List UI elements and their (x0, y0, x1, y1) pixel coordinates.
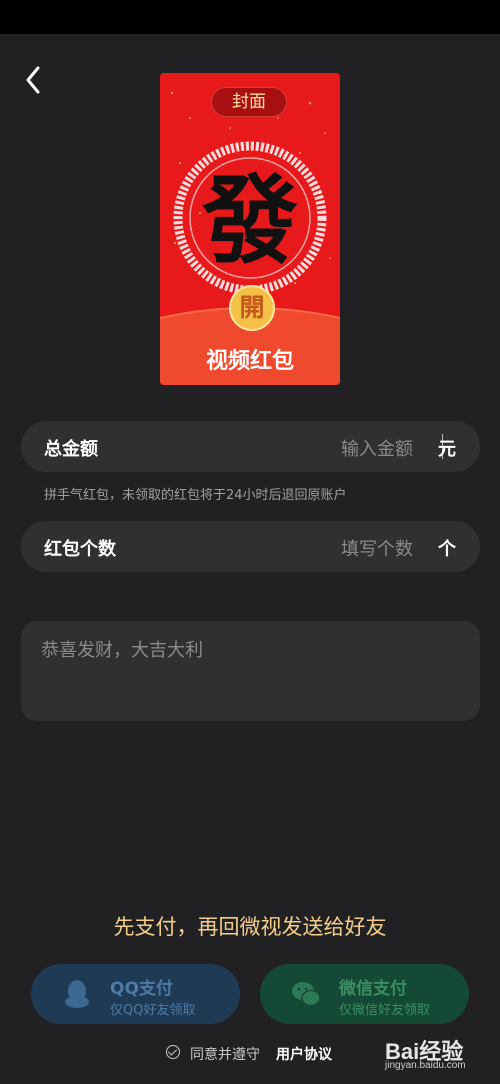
back-button[interactable] (20, 62, 48, 98)
amount-unit: 元 (438, 439, 456, 460)
amount-input-placeholder[interactable]: 输入金额 (341, 435, 413, 461)
qq-pay-subtitle: 仅QQ好友领取 (110, 1003, 196, 1018)
wechat-pay-title: 微信支付 (339, 979, 407, 999)
fortune-glyph: 發 (202, 164, 298, 277)
user-agreement-link[interactable]: 用户协议 (276, 1044, 332, 1064)
packet-count-field[interactable]: 红包个数 填写个数 个 (21, 521, 480, 572)
promo-text: 先支付，再回微视发送给好友 (113, 915, 387, 939)
envelope-title: 视频红包 (205, 349, 294, 374)
wechat-pay-button[interactable]: 微信支付 仅微信好友领取 (260, 964, 469, 1024)
wechat-pay-subtitle: 仅微信好友领取 (339, 1003, 431, 1018)
baidu-jingyan-watermark: Bai经验 jingyan.baidu.com (385, 1030, 495, 1080)
open-seal: 開 (229, 285, 275, 331)
status-bar (0, 0, 500, 34)
count-unit: 个 (438, 539, 456, 560)
chevron-left-icon (26, 66, 40, 94)
qq-pay-button[interactable]: QQ支付 仅QQ好友领取 (31, 964, 240, 1024)
red-envelope-cover[interactable]: 封面 發 開 视频红包 (160, 73, 340, 385)
qq-pay-title: QQ支付 (110, 979, 173, 999)
watermark-url: jingyan.baidu.com (385, 1060, 466, 1071)
blessing-message-input[interactable]: 恭喜发财，大吉大利 (21, 621, 480, 721)
amount-hint: 拼手气红包，未领取的红包将于24小时后退回原账户 (44, 488, 347, 503)
total-amount-field[interactable]: 总金额 输入金额 元 (21, 421, 480, 472)
cover-tag[interactable]: 封面 (211, 87, 287, 117)
agreement-text: 同意并遵守 (190, 1047, 260, 1063)
packet-count-label: 红包个数 (44, 539, 116, 560)
qq-penguin-icon (65, 980, 89, 1008)
total-amount-label: 总金额 (44, 439, 98, 460)
count-input-placeholder[interactable]: 填写个数 (341, 535, 413, 561)
message-placeholder: 恭喜发财，大吉大利 (41, 640, 203, 661)
agree-checkbox-icon[interactable] (166, 1045, 180, 1059)
wechat-icon (292, 982, 321, 1007)
